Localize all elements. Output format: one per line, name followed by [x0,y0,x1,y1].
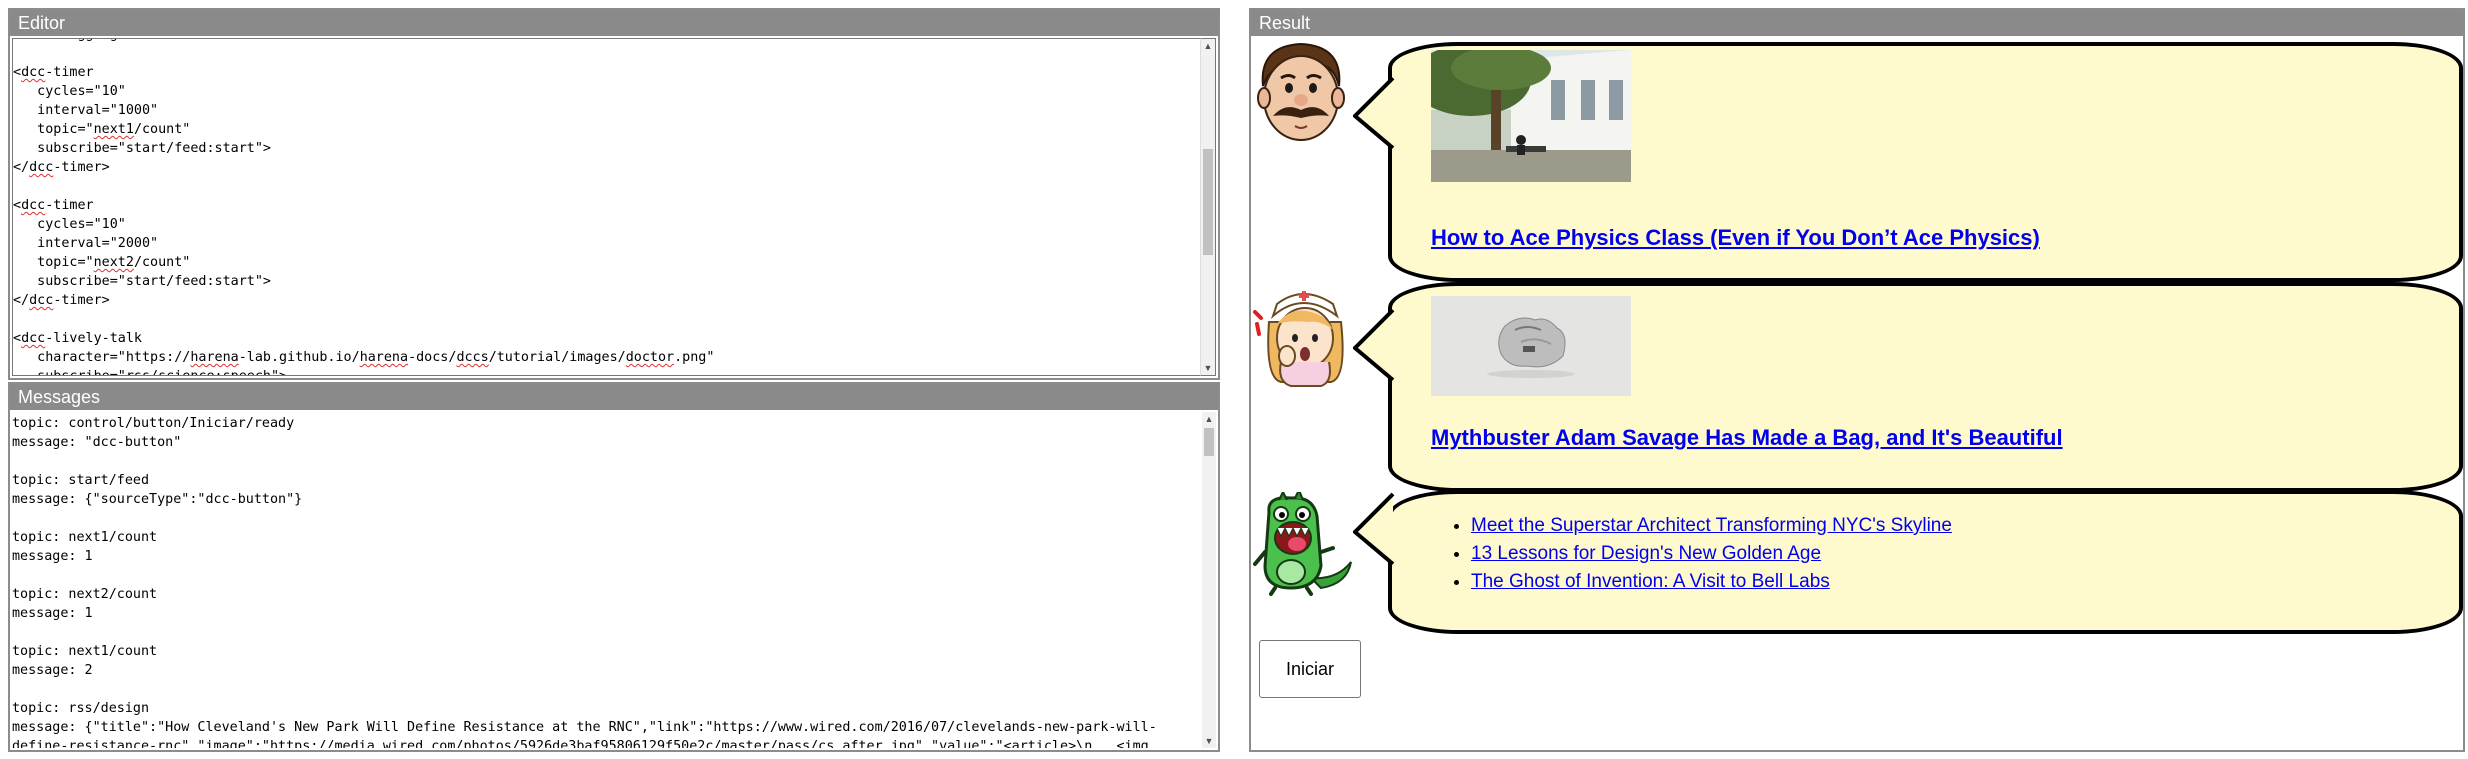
code-line: </dcc-timer> [13,160,110,175]
messages-log[interactable]: topic: control/button/Iniciar/ready messa… [12,412,1200,748]
speech-bubble-tail [1353,492,1395,566]
editor-title: Editor [10,10,1218,36]
messages-scroll-thumb[interactable] [1204,428,1214,456]
scroll-down-arrow-icon[interactable]: ▼ [1202,734,1216,748]
editor-code: feed-aggregat <dcc-timer cycles="10" int… [13,39,715,375]
code-line: topic: next2/count [12,587,158,602]
lively-talk-monster: Meet the Superstar Architect Transformin… [1251,488,2463,648]
scroll-up-arrow-icon[interactable]: ▲ [1202,412,1216,426]
doctor-avatar-icon [1257,42,1345,141]
story-image[interactable] [1431,296,1631,396]
code-line: <dcc-timer [13,198,94,213]
messages-title: Messages [10,384,1218,410]
story-list: Meet the Superstar Architect Transformin… [1431,512,1952,596]
code-line: interval="1000" [13,103,159,118]
iniciar-button[interactable]: Iniciar [1259,640,1361,698]
speech-bubble-tail [1353,76,1395,150]
code-line: <dcc-lively-talk [13,331,142,346]
code-line: topic: start/feed [12,473,150,488]
messages-code: topic: control/button/Iniciar/ready messa… [12,414,1157,748]
code-line: message: {"title":"How Cleveland's New P… [12,720,1157,735]
code-line: message: 2 [12,663,93,678]
editor-scroll-thumb[interactable] [1203,149,1213,255]
code-line: interval="2000" [13,236,159,251]
code-line: topic: next1/count [12,530,158,545]
code-line: subscribe="rss/science:speech"> [13,367,714,375]
code-line: message: "dcc-button" [12,435,182,450]
code-line: cycles="10" [13,217,126,232]
lively-talk-nurse: Mythbuster Adam Savage Has Made a Bag, a… [1251,280,2463,492]
list-item: Meet the Superstar Architect Transformin… [1471,512,1952,540]
list-item: 13 Lessons for Design's New Golden Age [1471,540,1952,568]
code-line: message: 1 [12,606,93,621]
speech-bubble-tail [1353,308,1395,382]
code-line: topic: control/button/Iniciar/ready [12,416,295,431]
code-line: topic="next1/count" [13,122,191,137]
scroll-up-arrow-icon[interactable]: ▲ [1201,39,1215,53]
story-link[interactable]: 13 Lessons for Design's New Golden Age [1471,543,1821,564]
nurse-avatar-icon [1253,291,1344,387]
code-line: define-resistance-rnc","image":"https://… [12,739,1149,748]
editor-scrollbar[interactable]: ▲ ▼ [1200,38,1216,376]
list-item: The Ghost of Invention: A Visit to Bell … [1471,568,1952,596]
code-line: subscribe="start/feed:start"> [13,141,271,156]
code-line: character="https://harena-lab.github.io/… [13,350,715,365]
code-line: </dcc-timer> [13,293,110,308]
messages-scrollbar[interactable]: ▲ ▼ [1202,412,1216,748]
story-link[interactable]: Meet the Superstar Architect Transformin… [1471,515,1952,536]
story-link[interactable]: Mythbuster Adam Savage Has Made a Bag, a… [1431,425,2063,451]
code-line: cycles="10" [13,84,126,99]
code-line: subscribe="start/feed:start"> [13,274,271,289]
result-panel: Result How to Ace Physics Class (Even if… [1249,8,2465,752]
code-line: topic: rss/design [12,701,150,716]
story-link[interactable]: The Ghost of Invention: A Visit to Bell … [1471,571,1830,592]
code-line: topic: next1/count [12,644,158,659]
story-link[interactable]: How to Ace Physics Class (Even if You Do… [1431,225,2040,251]
story-image[interactable] [1431,50,1631,182]
code-line: topic="next2/count" [13,255,191,270]
messages-panel: Messages topic: control/button/Iniciar/r… [8,382,1220,752]
monster-avatar-icon [1253,492,1352,596]
code-line: message: {"sourceType":"dcc-button"} [12,492,303,507]
editor-textarea[interactable]: feed-aggregat <dcc-timer cycles="10" int… [12,38,1200,376]
scroll-down-arrow-icon[interactable]: ▼ [1201,361,1215,375]
lively-talk-doctor: How to Ace Physics Class (Even if You Do… [1251,38,2463,282]
code-line: message: 1 [12,549,93,564]
result-title: Result [1251,10,2463,36]
editor-panel: Editor feed-aggregat <dcc-timer cycles="… [8,8,1220,380]
code-line: <dcc-timer [13,65,94,80]
